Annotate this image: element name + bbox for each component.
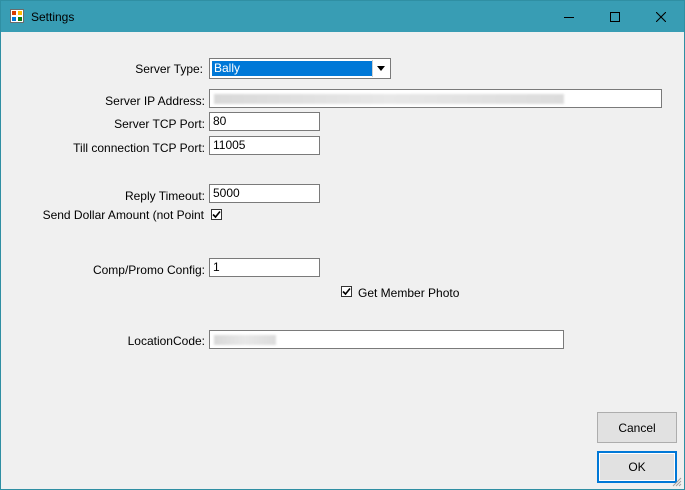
ok-button[interactable]: OK [597,451,677,483]
settings-window: Settings Server Type: Bally Server IP Ad… [0,0,685,490]
comp-promo-label: Comp/Promo Config: [92,263,205,277]
server-ip-label: Server IP Address: [105,94,205,108]
server-ip-input[interactable] [209,89,662,108]
title-bar[interactable]: Settings [1,1,684,32]
till-tcp-port-input[interactable]: 11005 [209,136,320,155]
resize-grip-icon[interactable] [672,477,682,487]
till-tcp-port-label: Till connection TCP Port: [73,141,205,155]
server-type-dropdown-button[interactable] [372,60,389,77]
redacted-location-code [214,335,276,345]
minimize-icon [564,16,574,18]
close-button[interactable] [638,1,684,32]
close-icon [656,11,666,22]
member-photo-checkbox[interactable] [341,286,352,297]
maximize-button[interactable] [592,1,638,32]
cancel-button[interactable]: Cancel [597,412,677,443]
server-type-select[interactable]: Bally [209,58,391,79]
app-icon [10,9,24,23]
reply-timeout-label: Reply Timeout: [124,189,205,203]
reply-timeout-input[interactable]: 5000 [209,184,320,203]
server-tcp-port-label: Server TCP Port: [114,117,205,131]
redacted-ip [214,94,564,104]
server-type-value: Bally [212,61,372,76]
server-type-label: Server Type: [135,62,203,76]
checkmark-icon [212,210,221,219]
maximize-icon [610,11,620,22]
comp-promo-input[interactable]: 1 [209,258,320,277]
member-photo-label[interactable]: Get Member Photo [358,286,459,300]
checkmark-icon [342,287,351,296]
minimize-button[interactable] [546,1,592,32]
location-code-label: LocationCode: [127,334,205,348]
server-tcp-port-input[interactable]: 80 [209,112,320,131]
send-dollar-checkbox[interactable] [211,209,222,220]
location-code-input[interactable] [209,330,564,349]
chevron-down-icon [377,66,385,71]
send-dollar-label: Send Dollar Amount (not Point [42,208,204,222]
window-title: Settings [31,10,75,24]
